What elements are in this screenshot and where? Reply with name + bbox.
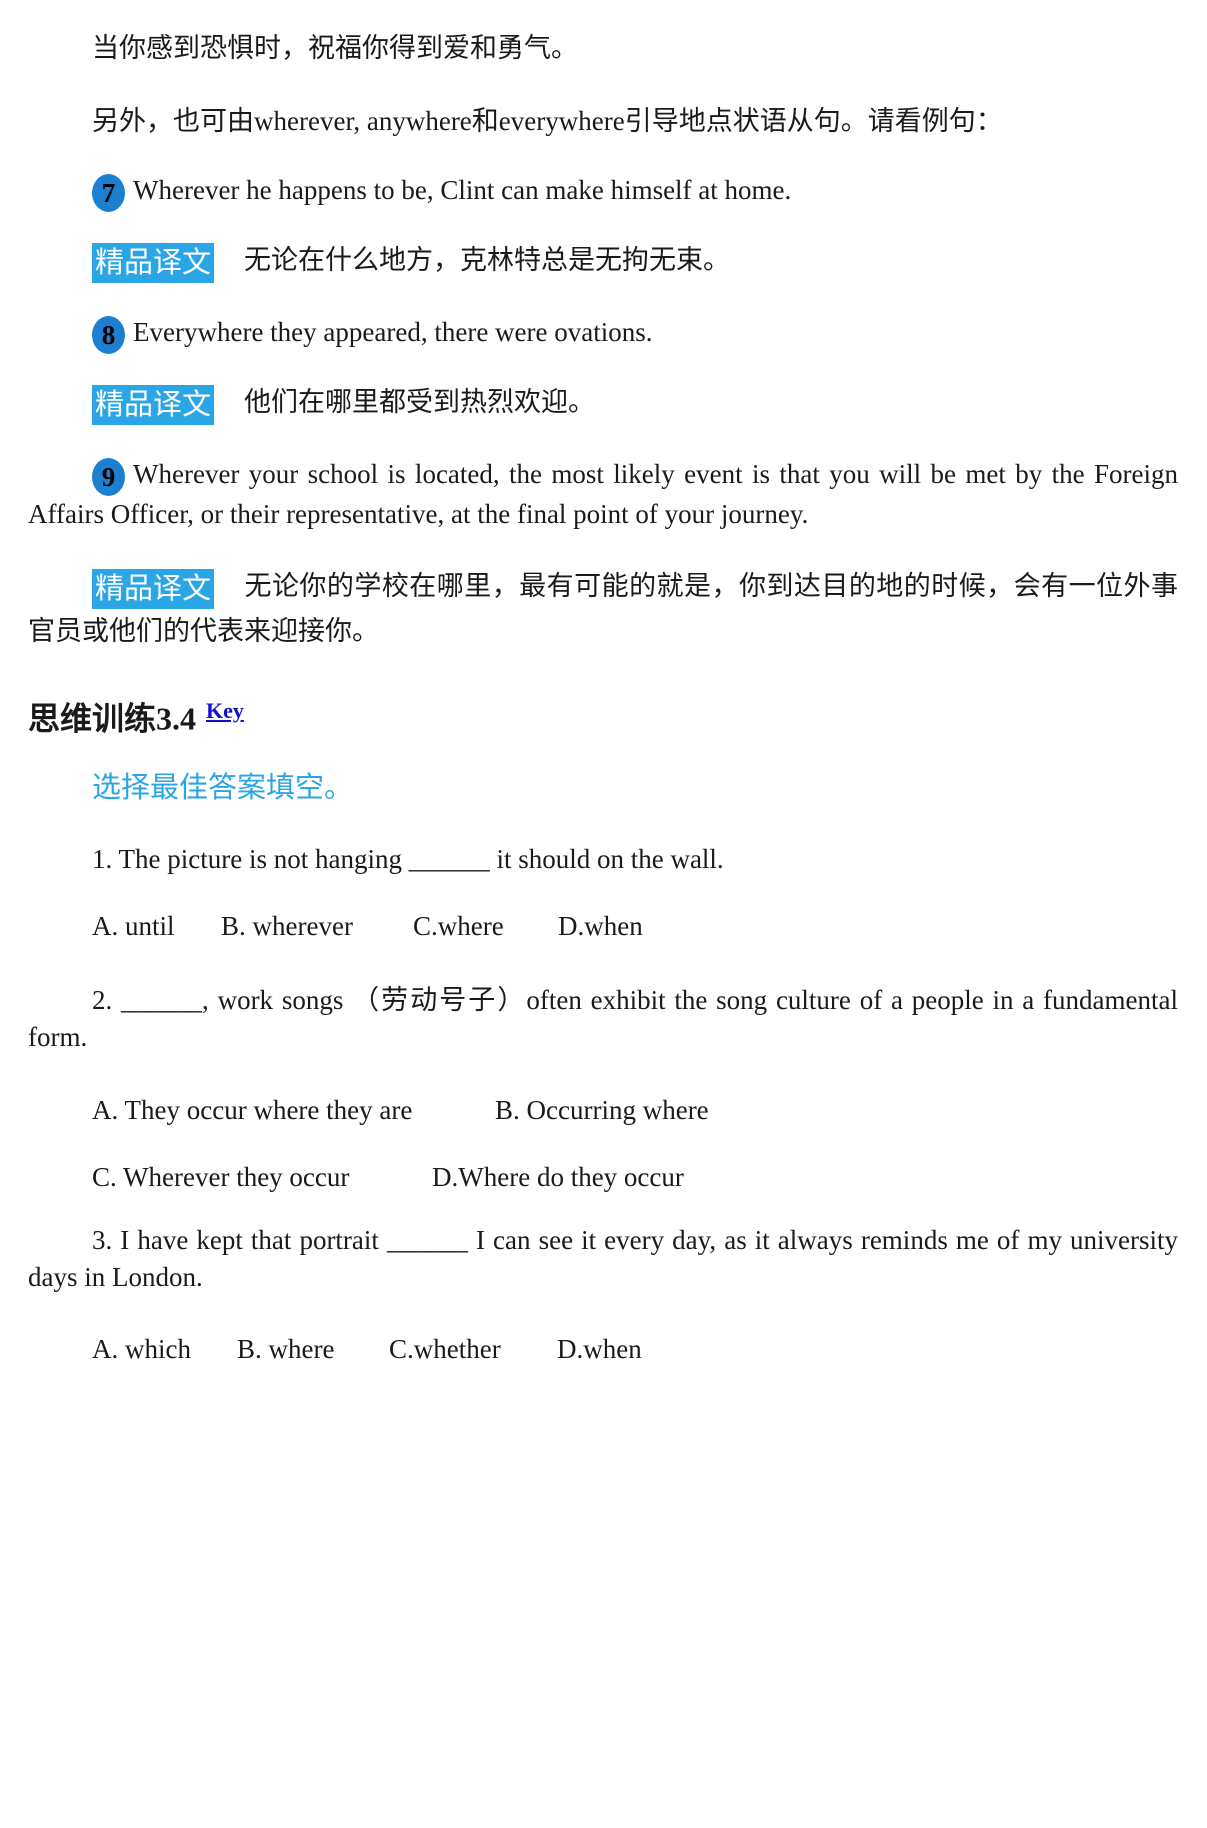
question-1-options: A. until B. wherever C.where D.when	[0, 908, 1207, 945]
example-7-sentence: 7 Wherever he happens to be, Clint can ma…	[0, 172, 1207, 212]
section-title: 思维训练3.4 Key	[28, 690, 244, 740]
example-9-sentence: 9 Wherever your school is located, the mo…	[28, 456, 1178, 533]
question-2-stem: 2. ______, work songs （劳动号子）often exhibi…	[28, 985, 1178, 1052]
example-sentence: Wherever your school is located, the mos…	[28, 459, 1178, 529]
question-1-stem: 1. The picture is not hanging ______ it …	[92, 844, 724, 874]
translation-tag: 精品译文	[92, 242, 215, 283]
option: B. where	[237, 1334, 335, 1364]
example-number-badge: 9	[92, 457, 125, 496]
option: D.when	[558, 911, 643, 941]
question-2-options-row-1: A. They occur where they are B. Occurring…	[0, 1092, 1207, 1129]
example-translation: 无论在什么地方，克林特总是无拘无束。	[244, 245, 731, 275]
intro-line-2: 另外，也可由wherever, anywhere和everywhere引导地点状…	[92, 106, 1003, 136]
translation-tag: 精品译文	[92, 384, 215, 425]
question-3-options: A. which B. where C.whether D.when	[0, 1331, 1207, 1368]
translation-tag: 精品译文	[92, 568, 215, 609]
example-number-badge: 7	[92, 173, 125, 212]
example-7-translation: 精品译文 无论在什么地方，克林特总是无拘无束。	[0, 242, 1207, 283]
example-number-badge: 8	[92, 315, 125, 354]
example-8-translation: 精品译文 他们在哪里都受到热烈欢迎。	[0, 384, 1207, 425]
option: A. They occur where they are	[92, 1095, 413, 1125]
instruction: 选择最佳答案填空。	[92, 772, 354, 804]
option: A. which	[92, 1334, 191, 1364]
option: A. until	[92, 911, 175, 941]
option: C.whether	[389, 1334, 501, 1364]
option: D.Where do they occur	[432, 1162, 684, 1192]
example-sentence: Wherever he happens to be, Clint can mak…	[133, 175, 792, 205]
option: C. Wherever they occur	[92, 1162, 350, 1192]
example-sentence: Everywhere they appeared, there were ova…	[133, 317, 653, 347]
question-2-options-row-2: C. Wherever they occur D.Where do they oc…	[0, 1159, 1207, 1196]
example-translation: 他们在哪里都受到热烈欢迎。	[244, 387, 596, 417]
intro-line-1: 当你感到恐惧时，祝福你得到爱和勇气。	[92, 33, 578, 63]
key-link[interactable]: Key	[206, 698, 244, 723]
option: B. Occurring where	[495, 1095, 709, 1125]
section-title-text: 思维训练3.4	[28, 700, 197, 737]
example-8-sentence: 8 Everywhere they appeared, there were ov…	[0, 314, 1207, 354]
question-3-stem: 3. I have kept that portrait ______ I ca…	[28, 1225, 1178, 1292]
option: C.where	[413, 911, 504, 941]
option: D.when	[557, 1334, 642, 1364]
option: B. wherever	[221, 911, 353, 941]
example-9-translation: 精品译文 无论你的学校在哪里，最有可能的就是，你到达目的地的时候，会有一位外事官员…	[28, 564, 1178, 653]
